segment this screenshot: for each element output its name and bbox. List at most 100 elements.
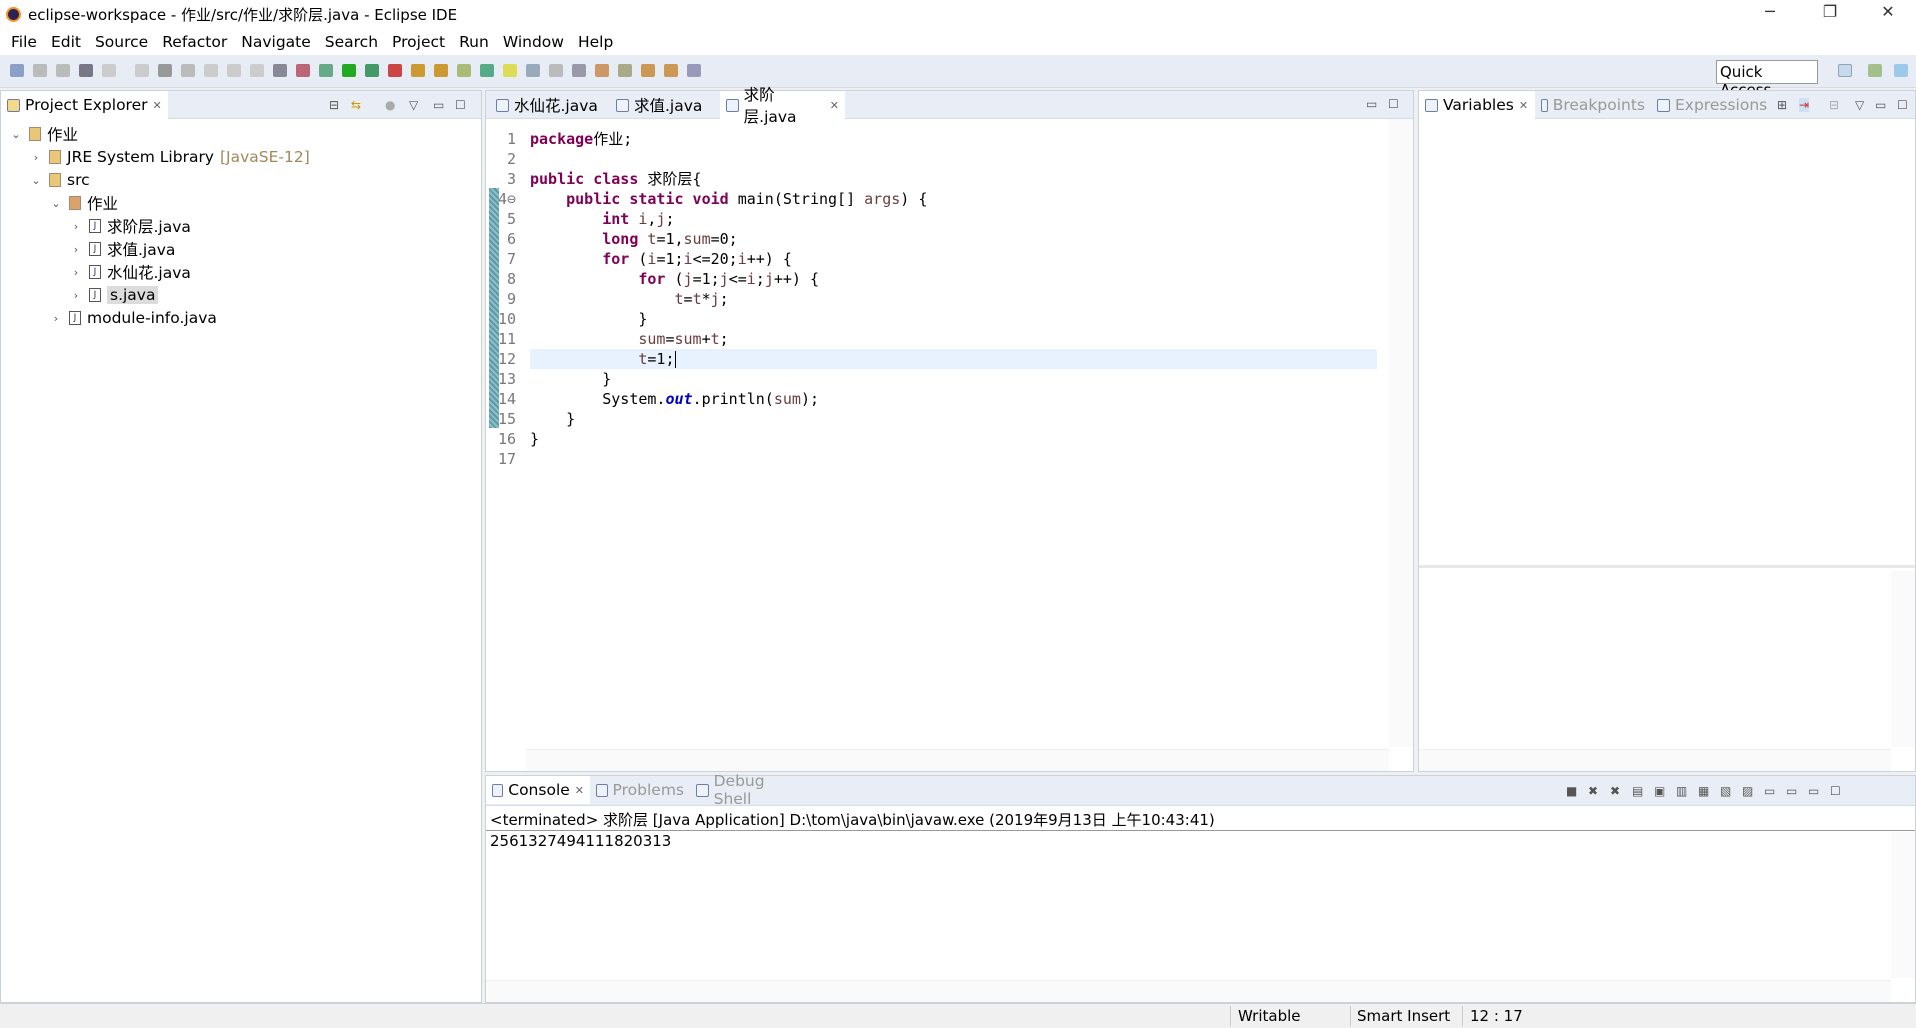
- toolbar-button-icon[interactable]: [102, 64, 116, 77]
- chevron-down-icon[interactable]: ⌄: [9, 128, 23, 141]
- toolbar-button-icon[interactable]: [687, 64, 701, 77]
- detail-pane-divider[interactable]: [1419, 565, 1915, 568]
- code-editor[interactable]: 水仙花.java 求值.java 求阶层.java ✕ ▭ ☐ 1 package作业;…: [485, 86, 1414, 772]
- tab-debug-shell[interactable]: Debug Shell: [690, 772, 810, 808]
- tab-breakpoints[interactable]: Breakpoints: [1535, 91, 1651, 119]
- editor-horizontal-scrollbar[interactable]: [526, 749, 1389, 771]
- toolbar-button-icon[interactable]: [549, 64, 563, 77]
- chevron-right-icon[interactable]: ›: [69, 243, 83, 256]
- open-perspective-icon[interactable]: [1838, 64, 1852, 77]
- code-line[interactable]: 13 }: [498, 369, 927, 389]
- tab-variables[interactable]: Variables ✕: [1419, 91, 1535, 119]
- display-console-icon[interactable]: ▭: [1764, 784, 1775, 798]
- tree-item[interactable]: ⌄ 作业: [49, 192, 118, 214]
- toolbar-button-icon[interactable]: [664, 64, 678, 77]
- chevron-right-icon[interactable]: ›: [69, 289, 83, 302]
- menu-window[interactable]: Window: [496, 33, 571, 51]
- code-line[interactable]: 10 }: [498, 309, 927, 329]
- toolbar-button-icon[interactable]: [273, 64, 287, 77]
- code-line[interactable]: 3 public class 求阶层{: [507, 169, 927, 189]
- maximize-view-icon[interactable]: ☐: [1830, 784, 1841, 798]
- tab-project-explorer[interactable]: Project Explorer ✕: [1, 91, 168, 119]
- code-line[interactable]: 9 t=t*j;: [507, 289, 927, 309]
- close-icon[interactable]: ✕: [153, 99, 162, 112]
- minimize-button[interactable]: ─: [1748, 2, 1792, 26]
- toolbar-button-icon[interactable]: [56, 64, 70, 77]
- code-line[interactable]: 5 int i,j;: [507, 209, 927, 229]
- source-code[interactable]: 1 package作业; 2 3 public class 求阶层{4⊖ public …: [498, 129, 927, 469]
- code-line[interactable]: 16}: [498, 429, 927, 449]
- close-button[interactable]: ✕: [1866, 2, 1910, 26]
- toolbar-button-icon[interactable]: [411, 64, 425, 77]
- tab-水仙花-java[interactable]: 水仙花.java: [490, 91, 610, 119]
- code-line[interactable]: 11 sum=sum+t;: [498, 329, 927, 349]
- tree-item[interactable]: › J 求阶层.java: [69, 215, 191, 237]
- tab-problems[interactable]: Problems: [590, 776, 690, 804]
- detail-horizontal-scrollbar[interactable]: [1419, 749, 1891, 771]
- toolbar-button-icon[interactable]: [250, 64, 264, 77]
- chevron-right-icon[interactable]: ›: [29, 151, 43, 164]
- show-logical-structure-icon[interactable]: ⇥: [1799, 98, 1810, 112]
- toolbar-button-icon[interactable]: [342, 64, 356, 77]
- menu-navigate[interactable]: Navigate: [234, 33, 318, 51]
- debug-perspective-icon[interactable]: [1894, 64, 1908, 77]
- remove-all-icon[interactable]: ✖: [1610, 784, 1620, 798]
- maximize-view-icon[interactable]: ☐: [1897, 98, 1908, 112]
- toolbar-button-icon[interactable]: [503, 64, 517, 77]
- menu-source[interactable]: Source: [88, 33, 155, 51]
- scroll-lock-icon[interactable]: ▤: [1632, 784, 1643, 798]
- menu-refactor[interactable]: Refactor: [155, 33, 234, 51]
- chevron-down-icon[interactable]: ⌄: [49, 197, 63, 210]
- java-perspective-icon[interactable]: [1868, 64, 1882, 77]
- toolbar-button-icon[interactable]: [135, 64, 149, 77]
- terminate-icon[interactable]: ■: [1566, 784, 1577, 798]
- tab-console[interactable]: Console ✕: [486, 776, 590, 804]
- code-line[interactable]: 8 for (j=1;j<=i;j++) {: [507, 269, 927, 289]
- new-console-icon[interactable]: ▭: [1786, 784, 1797, 798]
- chevron-down-icon[interactable]: ⌄: [29, 174, 43, 187]
- code-line[interactable]: 7 for (i=1;i<=20;i++) {: [507, 249, 927, 269]
- collapse-all-icon[interactable]: ⊟: [329, 98, 339, 112]
- editor-vertical-scrollbar[interactable]: [1389, 119, 1413, 747]
- menu-edit[interactable]: Edit: [44, 33, 88, 51]
- open-console-icon[interactable]: ▨: [1742, 784, 1753, 798]
- toolbar-button-icon[interactable]: [227, 64, 241, 77]
- toolbar-button-icon[interactable]: [181, 64, 195, 77]
- close-icon[interactable]: ✕: [830, 99, 839, 112]
- tree-item[interactable]: › J 水仙花.java: [69, 261, 191, 283]
- maximize-editor-icon[interactable]: ☐: [1388, 97, 1399, 111]
- chevron-right-icon[interactable]: ›: [49, 312, 63, 325]
- toolbar-button-icon[interactable]: [365, 64, 379, 77]
- code-line[interactable]: 2: [507, 149, 927, 169]
- toolbar-button-icon[interactable]: [480, 64, 494, 77]
- code-line[interactable]: 1 package作业;: [507, 129, 927, 149]
- tab-expressions[interactable]: Expressions: [1651, 91, 1777, 119]
- toolbar-button-icon[interactable]: [595, 64, 609, 77]
- code-line[interactable]: 6 long t=1,sum=0;: [507, 229, 927, 249]
- toolbar-button-icon[interactable]: [618, 64, 632, 77]
- toolbar-button-icon[interactable]: [319, 64, 333, 77]
- toolbar-button-icon[interactable]: [158, 64, 172, 77]
- toolbar-button-icon[interactable]: [434, 64, 448, 77]
- minimize-view-icon[interactable]: ▭: [1808, 784, 1819, 798]
- toolbar-button-icon[interactable]: [79, 64, 93, 77]
- minimize-view-icon[interactable]: ▭: [1875, 98, 1886, 112]
- minimize-editor-icon[interactable]: ▭: [1366, 97, 1377, 111]
- show-type-names-icon[interactable]: ⊞: [1777, 98, 1787, 112]
- link-with-editor-icon[interactable]: ⇆: [351, 98, 361, 112]
- menu-search[interactable]: Search: [318, 33, 385, 51]
- menu-project[interactable]: Project: [385, 33, 452, 51]
- tree-item[interactable]: › J 求值.java: [69, 238, 176, 260]
- menu-file[interactable]: File: [4, 33, 44, 51]
- chevron-right-icon[interactable]: ›: [69, 266, 83, 279]
- code-line[interactable]: 14 System.out.println(sum);: [498, 389, 927, 409]
- show-console-icon[interactable]: ▣: [1654, 784, 1665, 798]
- collapse-all-icon[interactable]: ⊟: [1829, 98, 1839, 112]
- toolbar-button-icon[interactable]: [641, 64, 655, 77]
- code-line[interactable]: 15 }: [498, 409, 927, 429]
- restore-button[interactable]: ❐: [1808, 2, 1852, 26]
- toolbar-button-icon[interactable]: [10, 64, 24, 77]
- tab-求阶层-java[interactable]: 求阶层.java ✕: [720, 86, 845, 126]
- quick-access-input[interactable]: Quick Access: [1716, 60, 1818, 99]
- remove-launch-icon[interactable]: ✖: [1588, 784, 1598, 798]
